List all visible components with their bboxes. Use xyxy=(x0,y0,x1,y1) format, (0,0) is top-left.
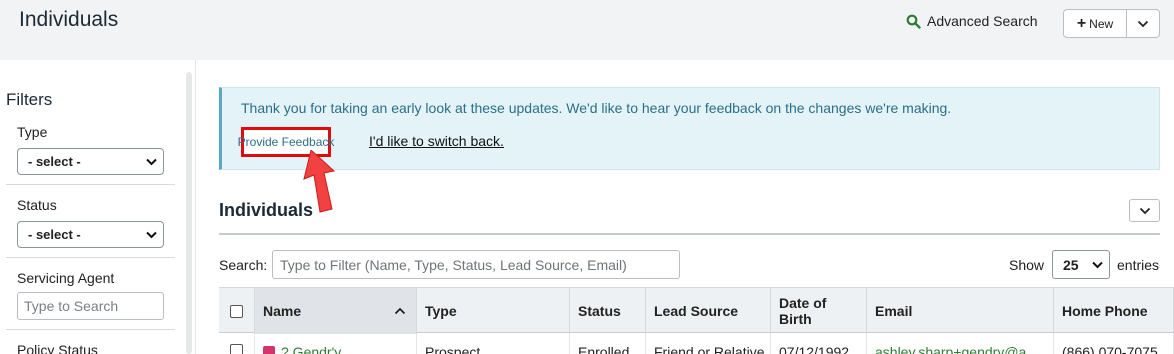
agent-filter-label: Servicing Agent xyxy=(17,270,115,286)
column-header-lead-source[interactable]: Lead Source xyxy=(646,288,771,334)
type-filter-value: - select - xyxy=(28,154,81,169)
column-header-status[interactable]: Status xyxy=(570,288,646,334)
email-cell[interactable]: ashley.sharp+gendry@a xyxy=(867,334,1054,354)
column-header-label: Name xyxy=(263,303,302,319)
type-filter-select[interactable]: - select - xyxy=(17,148,164,175)
type-cell: Prospect xyxy=(417,334,570,354)
chevron-down-icon xyxy=(146,231,157,239)
new-button-group: + New xyxy=(1063,9,1160,38)
new-button-label: New xyxy=(1089,16,1114,31)
new-dropdown-toggle[interactable] xyxy=(1127,10,1159,37)
status-filter-value: - select - xyxy=(28,227,81,242)
row-name: ? Gendr'y xyxy=(281,344,342,354)
search-label: Search: xyxy=(219,257,268,273)
switch-back-link[interactable]: I'd like to switch back. xyxy=(369,133,504,149)
new-button[interactable]: + New xyxy=(1064,10,1127,37)
plus-icon: + xyxy=(1076,14,1087,32)
column-header-email[interactable]: Email xyxy=(867,288,1054,334)
chevron-down-icon xyxy=(1137,20,1149,27)
table-header-row: Name Type Status Lead Source Date of Bir… xyxy=(219,287,1174,334)
advanced-search-link[interactable]: Advanced Search xyxy=(906,13,1038,29)
lead-source-cell: Friend or Relative xyxy=(646,334,771,354)
select-all-checkbox[interactable] xyxy=(230,304,243,318)
section-divider xyxy=(219,233,1160,235)
column-header-name[interactable]: Name xyxy=(255,288,417,334)
column-header-home-phone[interactable]: Home Phone xyxy=(1054,288,1174,334)
type-filter-label: Type xyxy=(17,124,48,140)
filter-divider xyxy=(6,329,175,330)
sidebar-scrollbar[interactable] xyxy=(186,72,192,354)
home-phone-cell: (866) 070-7075 xyxy=(1054,334,1174,354)
status-cell: Enrolled xyxy=(570,334,646,354)
row-select-cell xyxy=(219,334,255,354)
section-title: Individuals xyxy=(219,200,314,220)
policy-status-filter-label: Policy Status xyxy=(17,342,98,354)
search-icon xyxy=(906,14,921,29)
status-filter-select[interactable]: - select - xyxy=(17,221,164,248)
filter-divider xyxy=(6,257,175,258)
entries-label: entries xyxy=(1117,257,1160,273)
name-cell[interactable]: ? Gendr'y xyxy=(255,334,417,354)
filters-title: Filters xyxy=(6,90,53,109)
agent-search-input[interactable]: Type to Search xyxy=(17,292,164,320)
top-bar xyxy=(0,0,1174,60)
dob-cell: 07/12/1992 xyxy=(771,334,867,354)
chevron-down-icon xyxy=(1139,207,1150,214)
section-options-toggle[interactable] xyxy=(1129,199,1160,222)
page-size-select[interactable]: 25 xyxy=(1052,250,1110,279)
column-header-type[interactable]: Type xyxy=(417,288,570,334)
row-checkbox[interactable] xyxy=(230,344,243,354)
status-filter-label: Status xyxy=(17,197,57,213)
filter-divider xyxy=(6,184,175,185)
sort-ascending-icon xyxy=(394,307,406,315)
chevron-down-icon xyxy=(1092,261,1103,269)
column-header-dob[interactable]: Date of Birth xyxy=(771,288,867,334)
chevron-down-icon xyxy=(146,158,157,166)
page-size-value: 25 xyxy=(1063,256,1079,273)
page-title: Individuals xyxy=(19,8,119,31)
show-label: Show xyxy=(1009,257,1045,273)
individuals-table: Name Type Status Lead Source Date of Bir… xyxy=(219,287,1174,354)
banner-message: Thank you for taking an early look at th… xyxy=(241,100,952,116)
table-filter-input[interactable]: Type to Filter (Name, Type, Status, Lead… xyxy=(272,250,680,279)
select-all-cell xyxy=(219,288,255,334)
table-row: ? Gendr'y Prospect Enrolled Friend or Re… xyxy=(219,334,1174,354)
tag-icon xyxy=(263,346,275,354)
feedback-banner: Thank you for taking an early look at th… xyxy=(219,87,1160,170)
advanced-search-label: Advanced Search xyxy=(927,13,1038,29)
